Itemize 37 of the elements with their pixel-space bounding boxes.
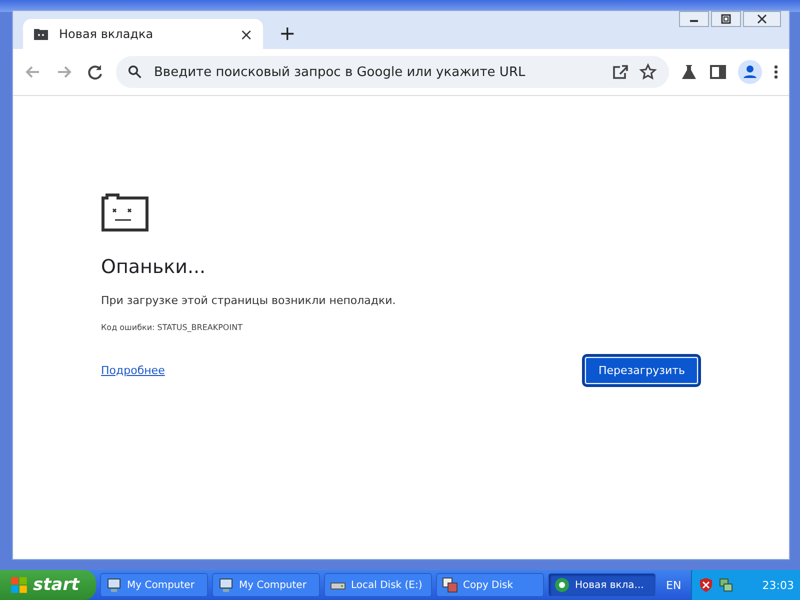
side-panel-icon[interactable]: [709, 63, 727, 81]
clock: 23:03: [762, 578, 794, 592]
reload-button[interactable]: Перезагрузить: [582, 354, 701, 387]
folder-icon: [33, 26, 49, 42]
share-icon[interactable]: [611, 63, 629, 81]
search-icon: [128, 65, 142, 79]
restore-icon: [721, 14, 731, 24]
new-tab-button[interactable]: +: [279, 21, 296, 45]
details-link[interactable]: Подробнее: [101, 364, 165, 377]
close-icon: [757, 14, 767, 24]
star-icon[interactable]: [639, 63, 657, 81]
minimize-button[interactable]: [679, 11, 709, 27]
browser-tab[interactable]: Новая вкладка ×: [23, 19, 263, 49]
computer-icon: [106, 577, 122, 593]
error-code: Код ошибки: STATUS_BREAKPOINT: [101, 323, 244, 332]
taskbar-button[interactable]: My Computer: [212, 573, 320, 597]
close-button[interactable]: [743, 11, 781, 27]
menu-icon[interactable]: [773, 63, 779, 81]
windows-logo-icon: [10, 576, 28, 594]
error-message: При загрузке этой страницы возникли неполадки.: [101, 294, 397, 307]
taskbar-button[interactable]: Copy Disk: [436, 573, 544, 597]
copy-icon: [442, 577, 458, 593]
close-tab-button[interactable]: ×: [240, 24, 253, 44]
restore-button[interactable]: [711, 11, 741, 27]
language-indicator[interactable]: EN: [666, 578, 682, 592]
flask-icon[interactable]: [680, 63, 698, 81]
taskbar-button[interactable]: Новая вкла...: [548, 573, 656, 597]
taskbar-button[interactable]: My Computer: [100, 573, 208, 597]
computer-icon: [218, 577, 234, 593]
address-bar[interactable]: Введите поисковый запрос в Google или укажите URL: [116, 56, 669, 88]
sad-folder-icon: [101, 192, 149, 232]
error-heading: Опаньки...: [101, 256, 207, 278]
taskbar-button[interactable]: Local Disk (E:): [324, 573, 432, 597]
tab-title: Новая вкладка: [59, 27, 154, 41]
start-button[interactable]: start: [0, 570, 96, 600]
shield-icon[interactable]: [698, 577, 714, 593]
profile-icon[interactable]: [738, 60, 762, 84]
